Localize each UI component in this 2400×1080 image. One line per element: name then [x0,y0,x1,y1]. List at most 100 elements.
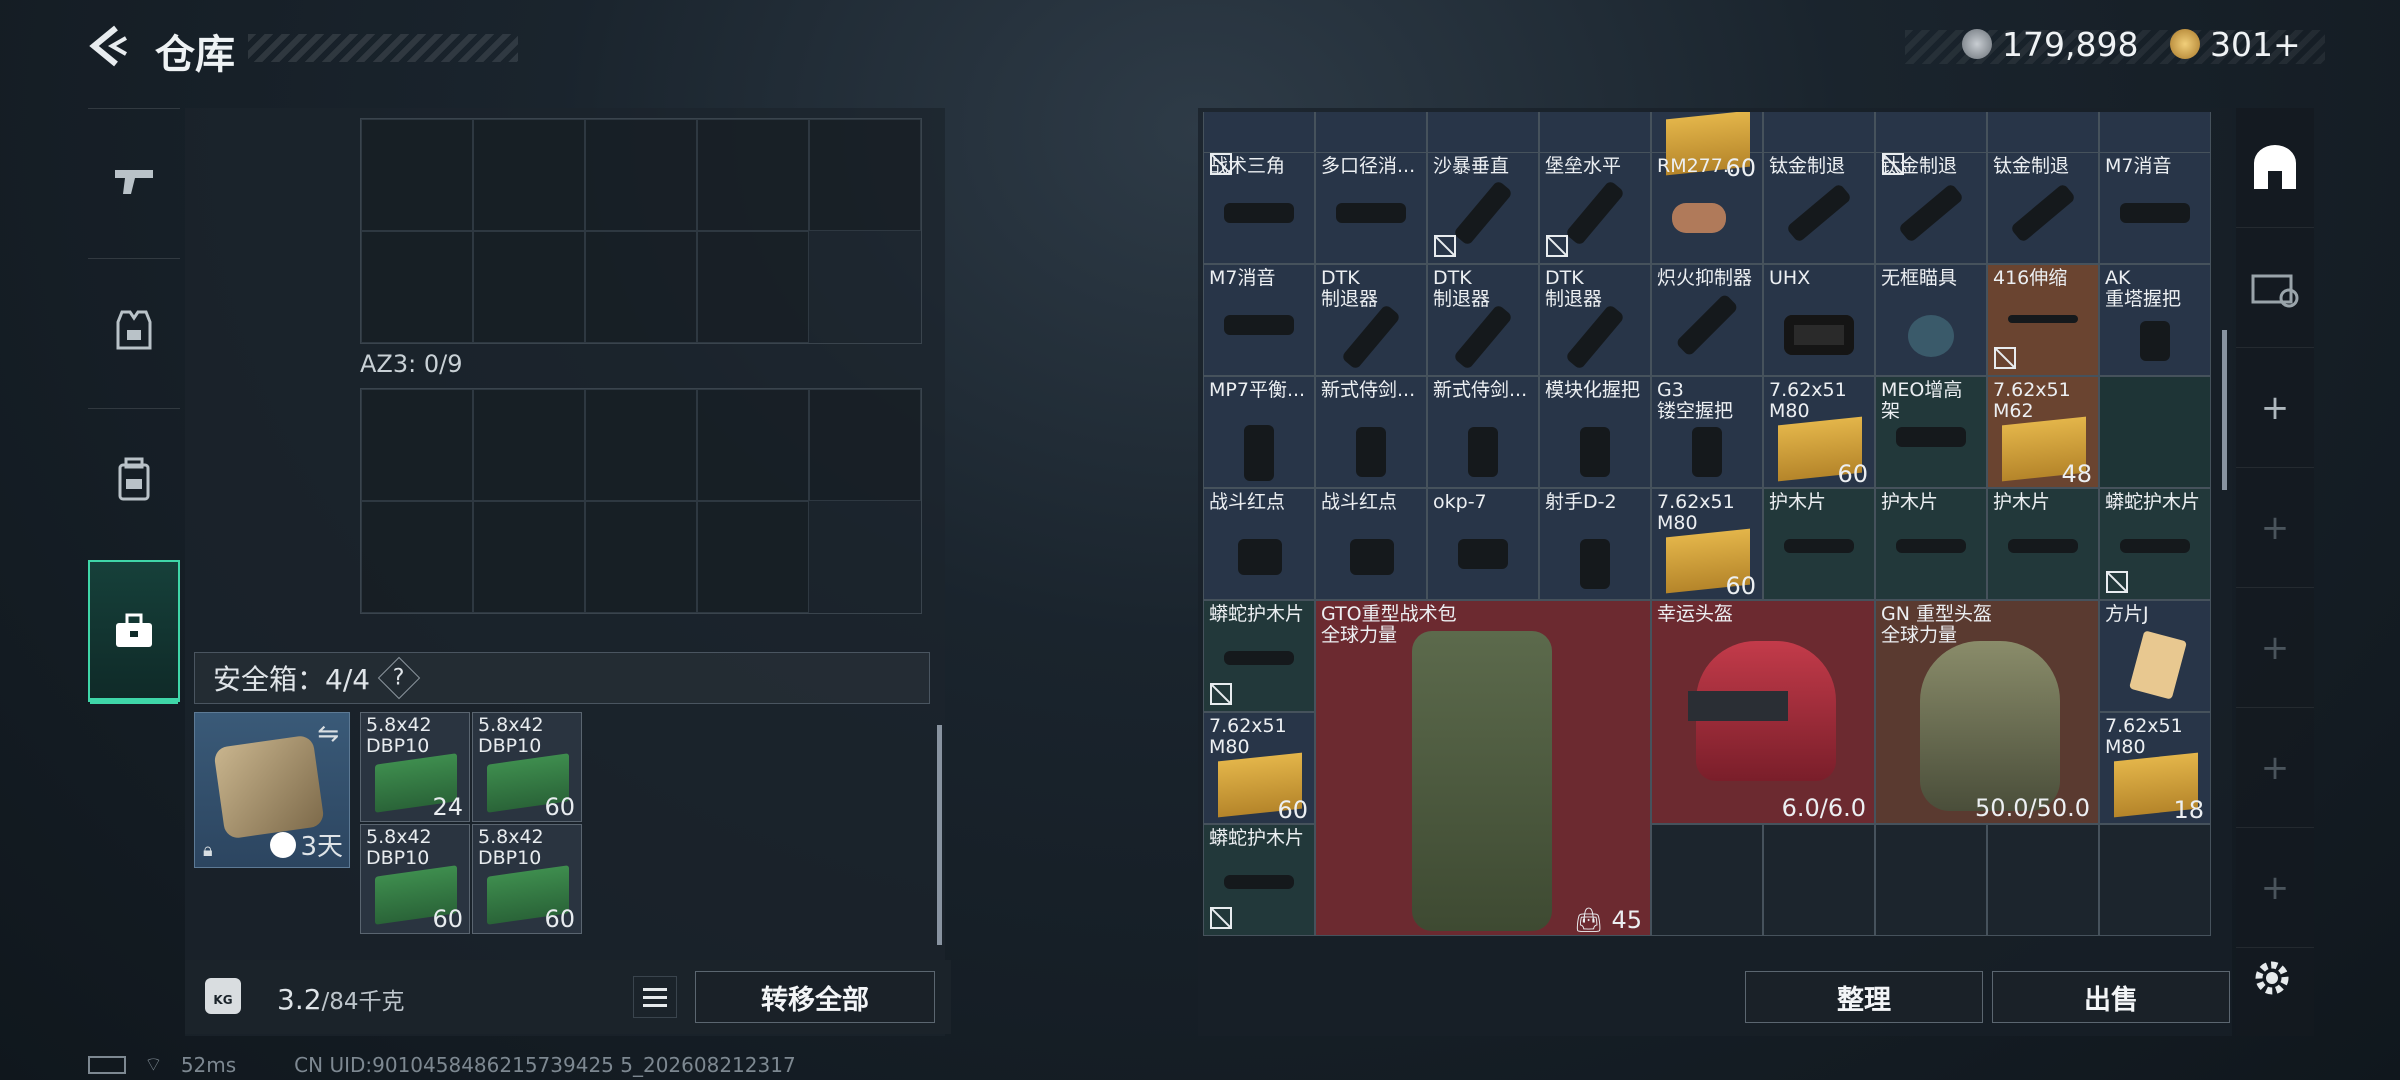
grid-cell[interactable] [585,501,697,613]
help-button[interactable]: ? [377,656,421,700]
add-stash-button[interactable]: + [2236,588,2314,708]
grid-cell[interactable] [697,389,809,501]
swap-icon[interactable]: ⇋ [317,719,339,749]
stash-item[interactable]: 416伸缩 [1987,264,2099,376]
stash-item[interactable]: 7.62x51 M80 18 [2099,712,2211,824]
stash-item[interactable]: okp-7 [1427,488,1539,600]
stash-item[interactable]: DTK 制退器 [1539,264,1651,376]
tidy-button[interactable]: 整理 [1745,971,1983,1023]
stash-item[interactable]: AK 重塔握把 [2099,264,2211,376]
add-stash-button[interactable]: + [2236,348,2314,468]
stash-item[interactable]: 新式侍剑... [1427,376,1539,488]
tab-backpack[interactable] [88,408,180,550]
grid-cell[interactable] [473,501,585,613]
stash-item-helmet[interactable]: GN 重型头盔 全球力量 50.0/50.0 [1875,600,2099,824]
stash-tab-2[interactable] [2236,228,2314,348]
safe-slot-3[interactable]: 5.8x42 DBP10 60 [360,824,470,934]
tab-weapon[interactable] [88,108,180,250]
stash-item[interactable]: RM277... [1651,152,1763,264]
empty-slot[interactable] [2099,824,2211,936]
stash-item[interactable]: 护木片 [1875,488,1987,600]
stash-item[interactable]: M7消音 [2099,152,2211,264]
grid-cell[interactable] [361,119,473,231]
stash-item[interactable]: 炽火抑制器 [1651,264,1763,376]
stash-item[interactable]: 战术三角 [1203,152,1315,264]
stash-item[interactable]: 新式侍剑... [1315,376,1427,488]
stash-item-helmet[interactable]: 幸运头盔 6.0/6.0 [1651,600,1875,824]
grid-cell[interactable] [697,119,809,231]
grid-cell[interactable] [585,231,697,343]
muzzle-brake-icon [1564,303,1626,371]
stash-item[interactable]: 堡垒水平 [1539,152,1651,264]
add-stash-button[interactable]: + [2236,708,2314,828]
grid-cell[interactable] [809,389,921,501]
item-name: MP7平衡... [1209,379,1306,401]
stash-item[interactable]: 护木片 [1987,488,2099,600]
stash-scrollbar[interactable] [2222,330,2227,490]
grid-cell[interactable] [473,389,585,501]
grid-cell[interactable] [697,501,809,613]
grid-cell[interactable] [473,119,585,231]
empty-slot[interactable] [1763,824,1875,936]
item-name: 护木片 [1769,491,1827,513]
stash-item[interactable]: 7.62x51 M80 60 [1763,376,1875,488]
empty-slot[interactable] [1987,824,2099,936]
add-stash-button[interactable]: + [2236,828,2314,948]
stash-item[interactable]: G3 镂空握把 [1651,376,1763,488]
grid-cell[interactable] [585,119,697,231]
stash-item[interactable]: M7消音 [1203,264,1315,376]
grid-cell[interactable] [361,231,473,343]
stash-item[interactable]: 无框瞄具 [1875,264,1987,376]
stash-item[interactable]: 7.62x51 M80 60 [1203,712,1315,824]
grid-cell[interactable] [585,389,697,501]
stash-item[interactable]: 钛金制退 [1987,152,2099,264]
empty-slot[interactable] [1651,824,1763,936]
stash-item[interactable]: DTK 制退器 [1427,264,1539,376]
stash-item[interactable]: 蟒蛇护木片 [2099,488,2211,600]
stash-item[interactable]: 沙暴垂直 [1427,152,1539,264]
grid-cell[interactable] [697,231,809,343]
stash-item[interactable]: 方片J [2099,600,2211,712]
safe-slot-2[interactable]: 5.8x42 DBP10 60 [472,712,582,822]
gear-icon[interactable] [2250,956,2294,1000]
grid-cell[interactable] [809,119,921,231]
tab-vest[interactable] [88,258,180,400]
stash-item[interactable]: 7.62x51 M80 60 [1651,488,1763,600]
grid-cell[interactable] [473,231,585,343]
safe-box-item[interactable]: ⇋ 🔒︎ 3天 [194,712,350,868]
stash-item[interactable]: 模块化握把 [1539,376,1651,488]
left-scrollbar[interactable] [937,725,942,945]
stash-item[interactable]: 多口径消... [1315,152,1427,264]
stash-item[interactable]: 钛金制退 [1763,152,1875,264]
grid-cell[interactable] [361,389,473,501]
back-arrow-icon[interactable] [86,24,130,68]
stash-item[interactable]: UHX [1763,264,1875,376]
stash-item[interactable]: 钛金制退 [1875,152,1987,264]
stash-grid: 60 战术三角 多口径消... 沙暴垂直 堡垒水平 RM277... 钛金制退 … [1203,112,2215,954]
stash-item[interactable]: MP7平衡... [1203,376,1315,488]
stash-item[interactable]: 战斗红点 [1315,488,1427,600]
card-icon [2128,630,2188,700]
grid-cell[interactable] [361,501,473,613]
empty-slot[interactable] [1875,824,1987,936]
stash-item[interactable]: 战斗红点 [1203,488,1315,600]
add-stash-button[interactable]: + [2236,468,2314,588]
stash-item[interactable]: 蟒蛇护木片 [1203,824,1315,936]
stash-item[interactable]: 护木片 [1763,488,1875,600]
stash-item[interactable]: 7.62x51 M62 48 [1987,376,2099,488]
sell-button[interactable]: 出售 [1992,971,2230,1023]
currency-gold[interactable]: 301+ [2170,22,2301,66]
safe-slot-4[interactable]: 5.8x42 DBP10 60 [472,824,582,934]
empty-slot[interactable] [2099,376,2211,488]
stash-item[interactable]: 蟒蛇护木片 [1203,600,1315,712]
list-view-button[interactable] [633,976,677,1018]
item-name: 无框瞄具 [1881,267,1958,289]
stash-tab-main[interactable] [2236,108,2314,228]
stash-item[interactable]: DTK 制退器 [1315,264,1427,376]
safe-slot-1[interactable]: 5.8x42 DBP10 24 [360,712,470,822]
tab-safe-box[interactable] [88,560,180,704]
stash-item-backpack[interactable]: GTO重型战术包 全球力量 👜︎ 45 [1315,600,1651,936]
stash-item[interactable]: 射手D-2 [1539,488,1651,600]
stash-item[interactable]: MEO增高架 [1875,376,1987,488]
transfer-all-button[interactable]: 转移全部 [695,971,935,1023]
